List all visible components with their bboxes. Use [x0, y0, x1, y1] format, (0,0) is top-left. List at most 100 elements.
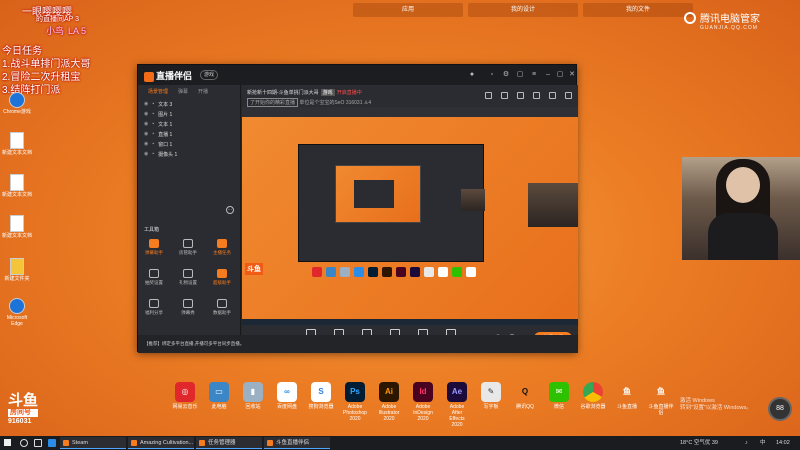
volume-icon[interactable]: ♪ [745, 436, 748, 450]
dock-item[interactable]: ✎ 写字板 [478, 382, 504, 428]
pc-manager-brand[interactable]: 腾讯电脑管家 GUANJIA.QQ.COM [684, 10, 760, 31]
eye-icon[interactable]: ◉ [144, 141, 148, 147]
desktop-icon-edge[interactable]: Microsoft Edge [2, 298, 32, 327]
preview-douyu-logo: 斗鱼 [245, 263, 263, 275]
side-tabs: 场景管理 弹幕 开播 [138, 85, 240, 99]
desktop-icon-text-3[interactable]: 新建文本文档 [2, 215, 32, 239]
task-view-icon[interactable] [34, 439, 42, 447]
tool-label: 礼物设置 [179, 280, 197, 285]
stream-title[interactable]: 新抢新十四期-斗鱼单挑门派大哥 游戏 开启直播中 [247, 89, 362, 96]
dock-item[interactable]: S 搜狗浏览器 [308, 382, 334, 428]
message-icon[interactable]: ▫ [488, 71, 496, 79]
top-tab-designs[interactable]: 我的设计 [468, 3, 578, 17]
tool-gift[interactable]: 礼物设置 [174, 269, 202, 286]
dock-item[interactable]: Ae Adobe After Effects 2020 [444, 382, 470, 428]
lock-icon[interactable]: ▪ [152, 141, 154, 147]
tool-anchor-task[interactable]: 主播任务 [208, 239, 236, 256]
play-icon [144, 71, 154, 82]
skin-icon[interactable]: ▢ [516, 71, 524, 79]
dock-item[interactable]: Q 腾讯QQ [512, 382, 538, 428]
tool-welfare[interactable]: 福利分享 [140, 299, 168, 316]
app-icon [312, 267, 322, 277]
app-icon [466, 267, 476, 277]
tool-danmaku-show[interactable]: 弹幕秀 [174, 299, 202, 316]
dock-item[interactable]: 鱼斗鱼直播伴侣 [648, 382, 674, 428]
task-live-companion[interactable]: 斗鱼直播伴侣 [264, 437, 330, 449]
desktop-icon-folder[interactable]: 新建文件夹 [2, 258, 32, 282]
settings-icon[interactable]: ⚙ [502, 71, 510, 79]
hint-tag[interactable]: 了开始你的精彩直播 [247, 98, 299, 107]
eye-icon[interactable]: ◉ [144, 131, 148, 137]
tool-lottery[interactable]: 抽奖设置 [140, 269, 168, 286]
stream-preview[interactable]: 斗鱼 [242, 117, 578, 325]
dock-item[interactable]: ∞ 百度网盘 [274, 382, 300, 428]
dock-item[interactable]: ✉ 微信 [546, 382, 572, 428]
dock-item[interactable]: ▮ 回收站 [240, 382, 266, 428]
task-task-manager[interactable]: 任务管理器 [196, 437, 262, 449]
tab-live[interactable]: 开播 [198, 85, 208, 99]
top-tab-apps[interactable]: 应用 [353, 3, 463, 17]
eye-icon[interactable]: ◉ [144, 151, 148, 157]
tab-danmaku[interactable]: 弹幕 [178, 85, 188, 99]
notice-bar: 【推荐】绑定多平台直播,开播可多平台同步直播。 [138, 335, 578, 353]
mode-badge[interactable]: 游戏 [200, 70, 219, 80]
overlay-pink-b: LA 5 [68, 26, 87, 36]
share-icon[interactable] [565, 92, 572, 99]
welfare-icon [149, 299, 159, 308]
performance-meter[interactable]: 88 [768, 397, 792, 421]
weather-widget[interactable]: 18°C 空气优 39 [680, 436, 718, 450]
browser-icon[interactable] [48, 439, 56, 447]
lock-icon[interactable]: ▪ [152, 151, 154, 157]
image-icon[interactable] [549, 92, 556, 99]
lock-icon[interactable] [501, 92, 508, 99]
source-row[interactable]: ◉ ▪ 图片 1 [138, 109, 240, 119]
source-row[interactable]: ◉ ▪ 摄像头 1 [138, 149, 240, 159]
layout-icon[interactable] [485, 92, 492, 99]
tool-room-admin[interactable]: 房管助手 [174, 239, 202, 256]
avatar[interactable]: ● [468, 71, 476, 79]
clock[interactable]: 14:02 [776, 436, 790, 450]
task-steam[interactable]: Steam [60, 437, 126, 449]
dock-item[interactable]: 谷歌浏览器 [580, 382, 606, 428]
desktop-icon-text-2[interactable]: 新建文本文档 [2, 174, 32, 198]
tool-super-helper[interactable]: 超级助手 [208, 269, 236, 286]
top-tab-files[interactable]: 我的文件 [583, 3, 693, 17]
source-row[interactable]: ◉ ▪ 文本 1 [138, 119, 240, 129]
desktop-icon-text-1[interactable]: 新建文本文档 [2, 132, 32, 156]
dock-item[interactable]: Id Adobe InDesign 2020 [410, 382, 436, 428]
maximize-icon[interactable]: ▢ [556, 71, 564, 79]
eye-icon[interactable]: ◉ [144, 101, 148, 107]
close-icon[interactable]: ✕ [568, 71, 576, 79]
desktop-icon-chrome-game[interactable]: Chrome游戏 [2, 92, 32, 115]
bell-icon[interactable] [533, 92, 540, 99]
task-game[interactable]: Amazing Cultivation... [128, 437, 194, 449]
lock-icon[interactable]: ▪ [152, 131, 154, 137]
source-row[interactable]: ◉ ▪ 文本 3 [138, 99, 240, 109]
windows-start-icon[interactable] [4, 439, 11, 446]
folder-icon[interactable] [517, 92, 524, 99]
more-icon[interactable]: ⋯ [226, 206, 234, 214]
tool-data-helper[interactable]: 数据助手 [208, 299, 236, 316]
preview-nested-window [298, 144, 485, 262]
tool-danmaku-helper[interactable]: 弹幕助手 [140, 239, 168, 256]
dock-item[interactable]: 鱼斗鱼直播 [614, 382, 640, 428]
indesign-icon: Id [413, 382, 433, 402]
source-row[interactable]: ◉ ▪ 直播 1 [138, 129, 240, 139]
search-icon[interactable] [20, 439, 28, 447]
source-row[interactable]: ◉ ▪ 窗口 1 [138, 139, 240, 149]
dock-item[interactable]: Ps Adobe Photoshop 2020 [342, 382, 368, 428]
eye-icon[interactable]: ◉ [144, 111, 148, 117]
lock-icon[interactable]: ▪ [152, 121, 154, 127]
eye-icon[interactable]: ◉ [144, 121, 148, 127]
lock-icon[interactable]: ▪ [152, 111, 154, 117]
lock-icon[interactable]: ▪ [152, 101, 154, 107]
dock-item[interactable]: ◎ 网易云音乐 [172, 382, 198, 428]
tool-label: 房管助手 [179, 250, 197, 255]
menu-icon[interactable]: ≡ [530, 71, 538, 79]
minimize-icon[interactable]: – [544, 71, 552, 79]
shield-icon [684, 12, 696, 24]
dock-item[interactable]: ▭ 此电脑 [206, 382, 232, 428]
ime-indicator[interactable]: 中 [760, 436, 766, 450]
tab-scene[interactable]: 场景管理 [148, 85, 168, 99]
dock-item[interactable]: Ai Adobe Illustrator 2020 [376, 382, 402, 428]
